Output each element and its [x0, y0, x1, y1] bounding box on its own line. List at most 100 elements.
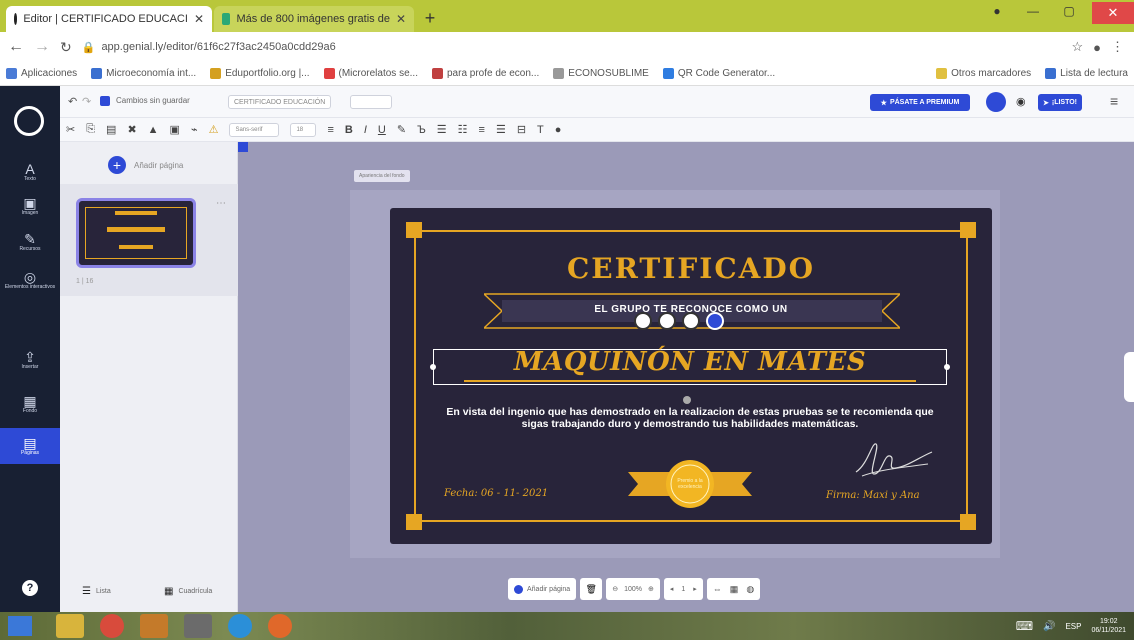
url-field[interactable]: 🔒 app.genial.ly/editor/61f6c27f3ac2450a0…: [82, 36, 1062, 58]
layers-icon[interactable]: ◍: [746, 584, 754, 595]
account-icon[interactable]: ●: [1093, 40, 1101, 55]
zoom-in-icon[interactable]: ⊕: [648, 585, 654, 593]
volume-icon[interactable]: 🔊: [1043, 621, 1055, 632]
bookmark-econosublime[interactable]: ECONOSUBLIME: [553, 68, 649, 79]
next-page-icon[interactable]: ▸: [693, 585, 697, 593]
font-family-select[interactable]: Sans-serif: [229, 122, 280, 137]
view-grid-toggle[interactable]: ▦ Cuadrícula: [164, 586, 212, 597]
view-buttons[interactable]: ⇔ ▦ ◍: [706, 578, 761, 600]
minimize-icon[interactable]: —: [1020, 4, 1046, 22]
trash-button[interactable]: 🗑: [580, 578, 603, 600]
fit-icon[interactable]: ⇔: [713, 584, 722, 594]
zoom-out-icon[interactable]: ⊖: [612, 585, 618, 593]
bold-icon[interactable]: B: [345, 124, 353, 136]
prev-page-icon[interactable]: ◂: [670, 585, 674, 593]
pen-icon[interactable]: ✎: [397, 123, 406, 136]
nav-item-interactivos[interactable]: ◎ Elementos interactivos: [0, 262, 60, 298]
preview-eye-icon[interactable]: ◉: [1016, 95, 1026, 108]
certificate-date[interactable]: Fecha: 06 - 11- 2021: [444, 488, 548, 499]
align-icon[interactable]: ≡: [479, 124, 485, 136]
bookmark-qr[interactable]: QR Code Generator...: [662, 68, 775, 79]
clock[interactable]: 19:02 06/11/2021: [1091, 617, 1126, 635]
bookmark-lista[interactable]: Lista de lectura: [1045, 68, 1128, 79]
bottom-add-page-button[interactable]: Añadir página: [508, 578, 577, 600]
copy-icon[interactable]: ⎘: [86, 123, 95, 136]
page-options-icon[interactable]: ⋯: [216, 198, 226, 209]
bookmark-apps[interactable]: Aplicaciones: [6, 68, 77, 79]
bring-front-icon[interactable]: ▲: [148, 124, 159, 136]
close-tab-icon[interactable]: ✕: [194, 12, 204, 26]
close-tab-icon[interactable]: ✕: [396, 12, 406, 26]
page-nav[interactable]: ◂ 1 ▸: [663, 578, 703, 600]
bookmark-otros[interactable]: Otros marcadores: [936, 68, 1031, 79]
side-handle[interactable]: [1124, 352, 1134, 402]
nav-item-paginas[interactable]: ▤ Páginas: [0, 428, 60, 464]
background-appearance-chip[interactable]: Apariencia del fondo: [354, 170, 410, 182]
avatar[interactable]: [986, 92, 1006, 112]
tag-pill[interactable]: [350, 95, 392, 109]
new-tab-button[interactable]: +: [420, 8, 440, 28]
hamburger-menu-icon[interactable]: ≡: [1110, 93, 1118, 109]
help-icon[interactable]: ?: [22, 580, 38, 596]
rotate-handle[interactable]: [683, 396, 691, 404]
highlight-icon[interactable]: Ъ: [417, 124, 426, 136]
delete-icon[interactable]: ✖: [127, 123, 136, 136]
star-icon[interactable]: ☆: [1071, 39, 1083, 55]
view-list-toggle[interactable]: ☰ Lista: [82, 586, 111, 597]
send-back-icon[interactable]: ▣: [170, 123, 180, 136]
premium-button[interactable]: ★ PÁSATE A PREMIUM: [870, 94, 970, 111]
certificate-signature[interactable]: Firma: Maxi y Ana: [826, 490, 920, 501]
language-indicator[interactable]: ESP: [1065, 622, 1081, 631]
done-button[interactable]: ➤ ¡LISTO!: [1038, 94, 1082, 111]
nav-item-recursos[interactable]: ✎ Recursos: [0, 224, 60, 260]
nav-item-texto[interactable]: A Texto: [0, 154, 60, 190]
zoom-control[interactable]: ⊖ 100% ⊕: [606, 578, 660, 600]
columns-icon[interactable]: ⊟: [517, 123, 526, 136]
clear-format-icon[interactable]: T: [537, 124, 544, 136]
maximize-icon[interactable]: ▢: [1056, 4, 1082, 22]
nav-item-insertar[interactable]: ⇪ Insertar: [0, 342, 60, 378]
keyboard-icon[interactable]: ⌨: [1016, 619, 1033, 633]
nav-item-imagen[interactable]: ▣ Imagen: [0, 188, 60, 224]
nav-item-fondo[interactable]: ▦ Fondo: [0, 386, 60, 422]
profile-icon[interactable]: ●: [984, 4, 1010, 22]
app-icon[interactable]: [140, 614, 168, 638]
animation-icon[interactable]: [658, 312, 676, 330]
cut-icon[interactable]: ✂: [66, 123, 75, 136]
page-thumbnail[interactable]: [76, 198, 196, 268]
reload-icon[interactable]: ↻: [60, 39, 72, 56]
back-icon[interactable]: ←: [8, 38, 24, 56]
certificate-body[interactable]: En vista del ingenio que has demostrado …: [440, 406, 940, 430]
close-window-icon[interactable]: ✕: [1092, 2, 1134, 24]
add-page-button[interactable]: + Añadir página: [108, 156, 183, 174]
edge-icon[interactable]: [228, 614, 252, 638]
firefox-icon[interactable]: [268, 614, 292, 638]
interactivity-icon[interactable]: [706, 312, 724, 330]
certificate-title[interactable]: CERTIFICADO: [390, 252, 992, 285]
list-icon[interactable]: ☰: [437, 123, 447, 136]
genially-logo-icon[interactable]: [14, 106, 44, 136]
link-icon[interactable]: ⌁: [191, 123, 198, 136]
paste-icon[interactable]: ▤: [106, 123, 116, 136]
windows-start-icon[interactable]: [8, 616, 32, 636]
text-style-icon[interactable]: ≡: [327, 124, 333, 136]
bookmark-eduportfolio[interactable]: Eduportfolio.org |...: [210, 68, 310, 79]
bookmark-micro[interactable]: Microeconomía int...: [91, 68, 196, 79]
settings-icon[interactable]: [184, 614, 212, 638]
bookmark-microrelatos[interactable]: (Microrelatos se...: [323, 68, 418, 79]
undo-icon[interactable]: ↶: [68, 95, 77, 108]
warning-icon[interactable]: ⚠: [209, 123, 219, 136]
file-explorer-icon[interactable]: [56, 614, 84, 638]
redo-icon[interactable]: ↷: [82, 95, 91, 108]
menu-icon[interactable]: ⋮: [1111, 39, 1124, 55]
underline-icon[interactable]: U: [378, 124, 386, 136]
numbered-list-icon[interactable]: ☷: [458, 123, 468, 136]
grid-icon[interactable]: ▦: [730, 584, 739, 595]
tab-images[interactable]: Más de 800 imágenes gratis de ✕: [214, 6, 414, 32]
bookmark-profe[interactable]: para profe de econ...: [431, 68, 539, 79]
edit-icon[interactable]: [634, 312, 652, 330]
italic-icon[interactable]: I: [364, 124, 367, 136]
signature-scribble[interactable]: [848, 434, 938, 484]
align-center-icon[interactable]: ☰: [496, 123, 506, 136]
link-icon[interactable]: [682, 312, 700, 330]
